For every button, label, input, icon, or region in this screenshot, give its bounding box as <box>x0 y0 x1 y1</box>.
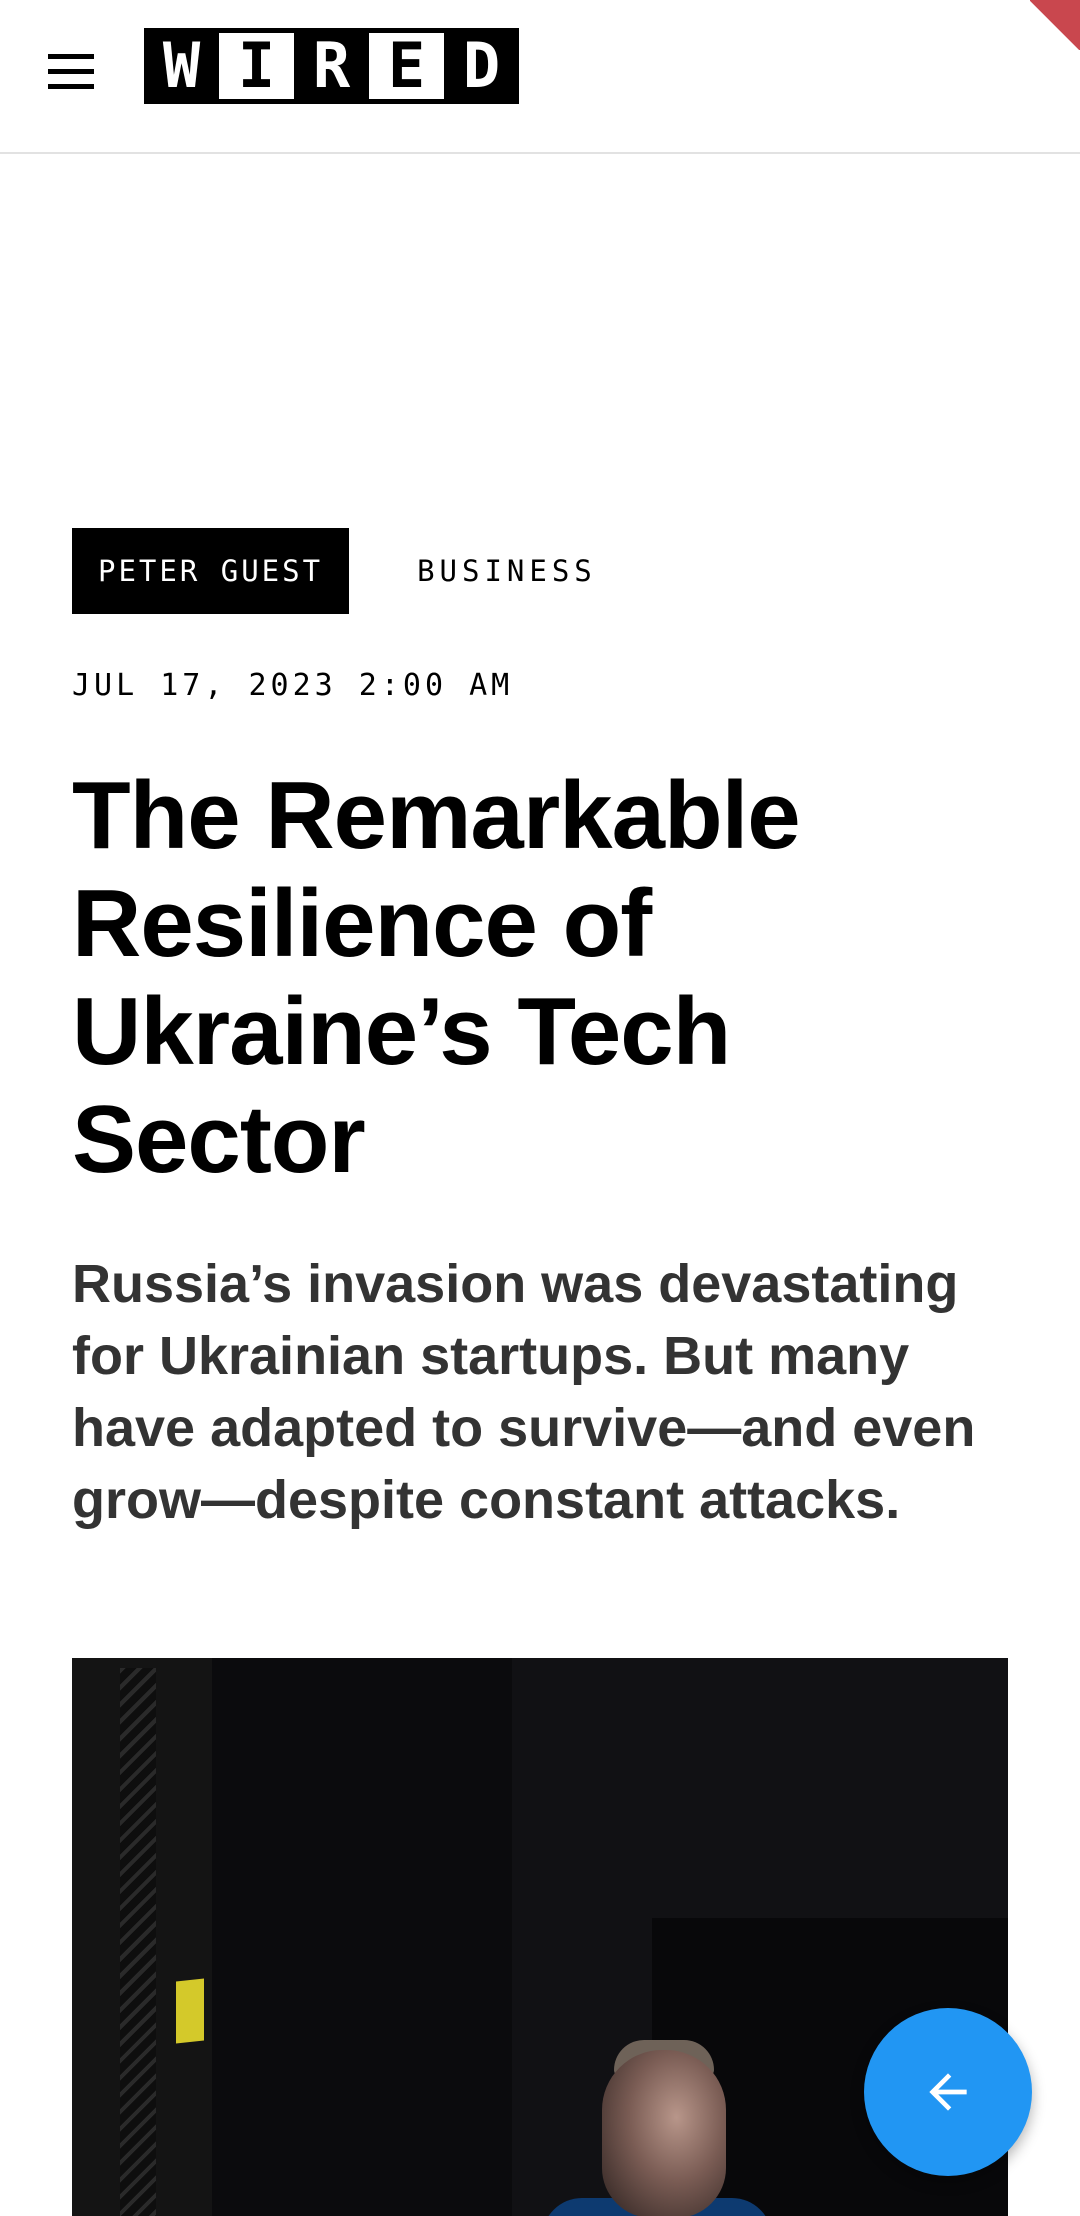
menu-line <box>48 84 94 89</box>
logo-letter: W <box>144 28 219 104</box>
logo-letter: I <box>219 28 294 104</box>
hero-vent <box>120 1668 156 2216</box>
hero-person-face <box>602 2050 726 2216</box>
author-link[interactable]: PETER GUEST <box>72 528 350 614</box>
section-link[interactable]: BUSINESS <box>417 554 597 588</box>
hamburger-menu-icon[interactable] <box>44 52 98 92</box>
publish-date: JUL 17, 2023 2:00 AM <box>72 668 514 703</box>
article-dek: Russia’s invasion was devastating for Uk… <box>72 1254 976 1530</box>
hero-yellow-sticker <box>176 1978 204 2044</box>
top-bar: W I R E D <box>0 0 1080 154</box>
menu-line <box>48 69 94 74</box>
article-headline: The Remarkable Resilience of Ukraine’s T… <box>72 762 801 1193</box>
menu-line <box>48 54 94 59</box>
logo-letter: E <box>369 28 444 104</box>
hero-image <box>72 1658 1008 2216</box>
arrow-left-icon <box>929 2073 967 2111</box>
wired-logo[interactable]: W I R E D <box>144 28 519 104</box>
logo-letter: D <box>444 28 519 104</box>
article-tags: PETER GUEST BUSINESS <box>72 528 597 614</box>
logo-letter: R <box>294 28 369 104</box>
corner-ribbon <box>1030 0 1080 50</box>
back-button[interactable] <box>864 2008 1032 2176</box>
